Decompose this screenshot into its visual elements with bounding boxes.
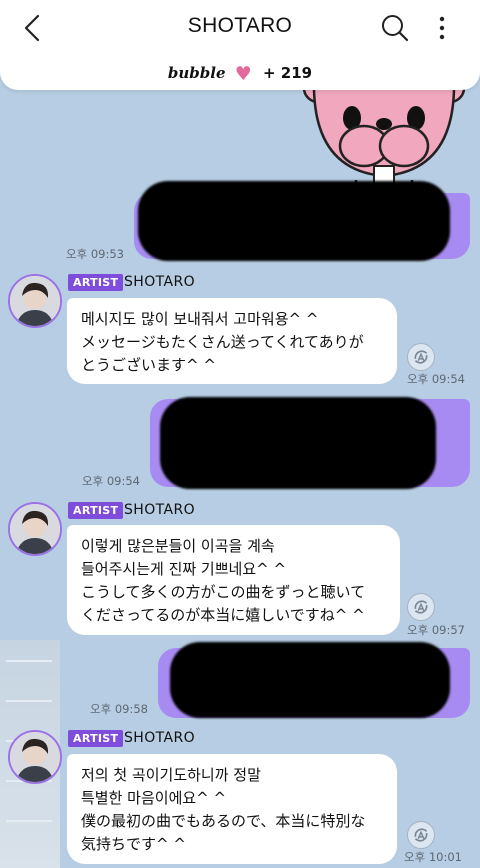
message-time: 오후 09:57: [407, 623, 465, 637]
message-line: 들어주시는게 진짜 기쁘네요^ ^: [81, 560, 287, 578]
message-time: 오후 09:54: [407, 372, 465, 386]
outgoing-message[interactable]: [158, 642, 470, 718]
sender-name: SHOTARO: [124, 274, 196, 290]
artist-badge: ARTIST: [68, 502, 124, 519]
avatar[interactable]: [8, 502, 62, 556]
heart-icon: ♥: [234, 63, 252, 85]
message-time: 오후 10:01: [404, 850, 462, 864]
translate-icon[interactable]: [407, 593, 435, 621]
bubble-brand: bubble: [167, 64, 226, 82]
message-line: メッセージもたくさん送ってくれてありが: [81, 333, 364, 351]
redacted-text: [160, 397, 436, 489]
bubble-count-bar[interactable]: bubble ♥ + 219: [0, 56, 480, 90]
outgoing-message[interactable]: [134, 181, 470, 261]
more-vertical-icon[interactable]: [430, 12, 454, 44]
message-time: 오후 09:58: [90, 702, 148, 716]
incoming-message[interactable]: 이렇게 많은분들이 이곡을 계속 들어주시는게 진짜 기쁘네요^ ^ こうして多…: [67, 525, 400, 635]
message-line: 気持ちです^ ^: [81, 835, 186, 853]
translate-icon[interactable]: [407, 343, 435, 371]
bubble-count: + 219: [263, 64, 313, 82]
incoming-message[interactable]: 메시지도 많이 보내줘서 고마워용^ ^ メッセージもたくさん送ってくれてありが…: [67, 298, 397, 384]
search-icon[interactable]: [380, 13, 410, 43]
sender-name: SHOTARO: [124, 730, 196, 746]
message-line: こうして多くの方がこの曲をずっと聴いて: [81, 583, 366, 601]
artist-badge: ARTIST: [68, 730, 124, 747]
message-line: 특별한 마음이에요^ ^: [81, 789, 227, 807]
message-line: くださってるのが本当に嬉しいですね^ ^: [81, 606, 365, 624]
message-time: 오후 09:54: [82, 474, 140, 488]
bear-sticker: [302, 80, 466, 190]
message-line: 僕の最初の曲でもあるので、本当に特別な: [81, 812, 366, 830]
avatar[interactable]: [8, 274, 62, 328]
message-line: 메시지도 많이 보내줘서 고마워용^ ^: [81, 310, 319, 328]
redacted-text: [138, 181, 450, 261]
redacted-text: [170, 642, 450, 718]
app-header: SHOTARO: [0, 0, 480, 57]
incoming-message[interactable]: 저의 첫 곡이기도하니까 정말 특별한 마음이에요^ ^ 僕の最初の曲でもあるの…: [67, 754, 397, 864]
sender-name: SHOTARO: [124, 502, 196, 518]
avatar[interactable]: [8, 730, 62, 784]
message-line: とうございます^ ^: [81, 356, 216, 374]
message-line: 이렇게 많은분들이 이곡을 계속: [81, 537, 275, 555]
message-time: 오후 09:53: [66, 247, 124, 261]
outgoing-message[interactable]: [150, 397, 470, 489]
translate-icon[interactable]: [407, 821, 435, 849]
message-line: 저의 첫 곡이기도하니까 정말: [81, 766, 261, 784]
artist-badge: ARTIST: [68, 274, 124, 291]
